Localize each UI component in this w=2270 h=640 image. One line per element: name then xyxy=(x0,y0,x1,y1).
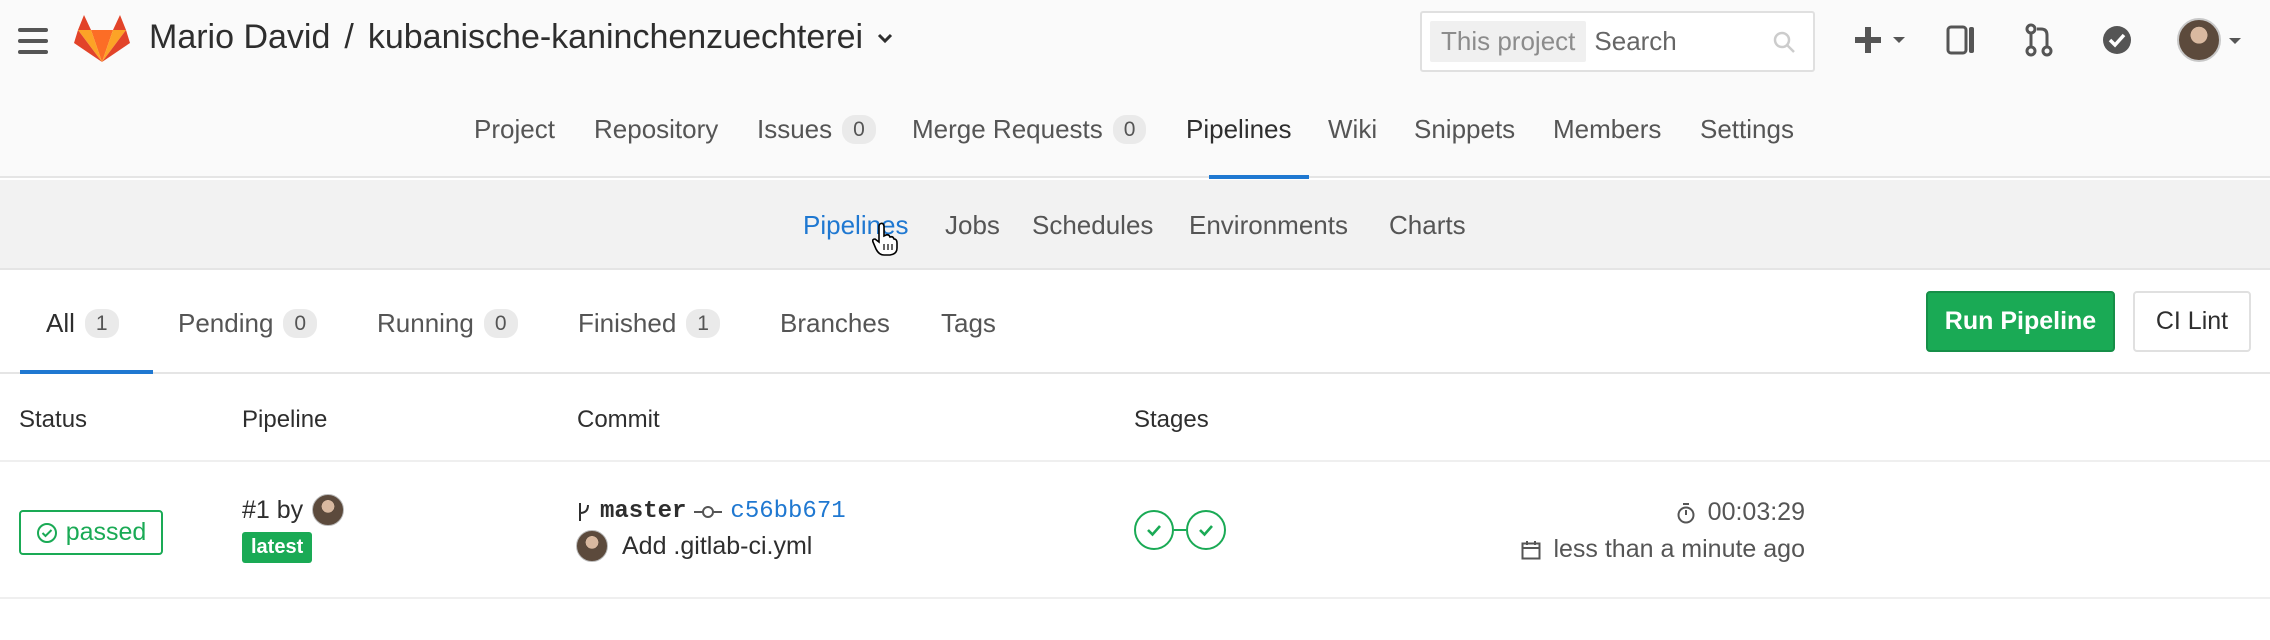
hand-cursor-icon xyxy=(872,222,898,256)
subnav-schedules[interactable]: Schedules xyxy=(1032,210,1153,241)
pipelines-table-header: Status Pipeline Commit Stages xyxy=(0,376,2270,462)
table-row: passed #1 by latest master c56bb671 Add … xyxy=(0,464,2270,599)
path-separator: / xyxy=(344,18,354,56)
count-badge: 1 xyxy=(84,309,119,338)
column-header-commit: Commit xyxy=(577,406,660,433)
nav-label: Snippets xyxy=(1414,113,1516,144)
avatar xyxy=(2177,18,2221,62)
tab-label: Finished xyxy=(578,308,677,338)
nav-label: Repository xyxy=(594,113,719,144)
tab-label: Tags xyxy=(941,308,996,338)
tab-tags[interactable]: Tags xyxy=(941,308,996,339)
stage-passed-icon[interactable] xyxy=(1186,510,1226,550)
tab-label: Running xyxy=(377,308,474,338)
nav-label: Merge Requests xyxy=(912,113,1103,144)
merge-request-icon[interactable] xyxy=(2023,18,2055,62)
commit-message: Add .gitlab-ci.yml xyxy=(576,530,812,562)
avatar[interactable] xyxy=(576,530,608,562)
stage-passed-icon[interactable] xyxy=(1134,510,1174,550)
search-scope[interactable]: This project xyxy=(1430,21,1587,62)
count-badge: 1 xyxy=(686,309,720,338)
tab-branches[interactable]: Branches xyxy=(780,308,890,339)
tab-finished[interactable]: Finished 1 xyxy=(578,308,720,339)
status-badge[interactable]: passed xyxy=(19,510,163,555)
commit-icon xyxy=(694,505,723,518)
latest-badge: latest xyxy=(242,532,313,563)
tab-label: Branches xyxy=(780,308,890,338)
chevron-down-icon xyxy=(2229,38,2241,44)
subnav-jobs[interactable]: Jobs xyxy=(945,210,1000,241)
pipeline-link[interactable]: #1 by xyxy=(242,496,303,525)
pipeline-timing: 00:03:29 less than a minute ago xyxy=(1521,498,1805,564)
menu-icon[interactable] xyxy=(18,28,48,54)
count-badge: 0 xyxy=(1112,114,1147,144)
chevron-down-icon[interactable] xyxy=(875,28,895,48)
nav-pipelines[interactable]: Pipelines xyxy=(1186,112,1292,146)
nav-label: Project xyxy=(474,113,555,144)
nav-snippets[interactable]: Snippets xyxy=(1414,112,1515,146)
commit-ref: master c56bb671 xyxy=(576,498,846,525)
nav-label: Members xyxy=(1553,113,1662,144)
column-header-status: Status xyxy=(19,406,88,433)
status-label: passed xyxy=(65,518,147,546)
branch-icon xyxy=(579,502,589,521)
pipeline-id: #1 by xyxy=(242,494,345,526)
count-badge: 0 xyxy=(283,309,318,338)
new-item-dropdown[interactable] xyxy=(1853,18,1909,62)
todos-check-icon[interactable] xyxy=(2101,18,2133,62)
stages-graph xyxy=(1134,510,1226,550)
nav-members[interactable]: Members xyxy=(1553,112,1661,146)
tab-running[interactable]: Running 0 xyxy=(377,308,518,339)
commit-title-link[interactable]: Add .gitlab-ci.yml xyxy=(622,532,812,561)
subnav-charts[interactable]: Charts xyxy=(1389,210,1466,241)
user-menu[interactable] xyxy=(2177,18,2245,62)
search-icon xyxy=(1773,31,1795,53)
tab-pending[interactable]: Pending 0 xyxy=(178,308,318,339)
count-badge: 0 xyxy=(842,114,876,144)
nav-settings[interactable]: Settings xyxy=(1700,112,1794,146)
pipelines-subnav: Pipelines Jobs Schedules Environments Ch… xyxy=(0,180,2270,270)
duration: 00:03:29 xyxy=(1707,498,1805,526)
nav-merge-requests[interactable]: Merge Requests 0 xyxy=(912,112,1147,146)
status-success-icon xyxy=(36,522,57,543)
stage-connector xyxy=(1174,529,1186,531)
project-nav: Project Repository Issues 0 Merge Request… xyxy=(0,112,2270,179)
nav-label: Settings xyxy=(1700,113,1794,144)
active-tab-underline xyxy=(20,370,153,374)
finished-time: less than a minute ago xyxy=(1553,535,1805,563)
commit-sha-link[interactable]: c56bb671 xyxy=(730,498,845,525)
column-header-stages: Stages xyxy=(1134,406,1209,433)
tab-label: Pending xyxy=(178,308,274,338)
nav-label: Pipelines xyxy=(1186,113,1292,144)
plus-icon xyxy=(1855,27,1905,53)
nav-project[interactable]: Project xyxy=(474,112,555,146)
branch-link[interactable]: master xyxy=(600,498,686,525)
gitlab-logo[interactable] xyxy=(74,14,130,64)
tab-label: All xyxy=(46,308,75,338)
run-pipeline-button[interactable]: Run Pipeline xyxy=(1926,291,2115,352)
search-input[interactable] xyxy=(1594,26,1775,57)
project-breadcrumb: Mario David / kubanische-kaninchenzuecht… xyxy=(149,18,895,57)
nav-issues[interactable]: Issues 0 xyxy=(757,112,876,146)
sidebar-toggle-icon[interactable] xyxy=(1945,18,1977,62)
ci-lint-button[interactable]: CI Lint xyxy=(2133,291,2251,352)
nav-label: Issues xyxy=(757,113,833,144)
search-box: This project xyxy=(1420,11,1815,72)
stopwatch-icon xyxy=(1677,502,1695,523)
nav-label: Wiki xyxy=(1328,113,1378,144)
nav-wiki[interactable]: Wiki xyxy=(1328,112,1377,146)
nav-repository[interactable]: Repository xyxy=(594,112,718,146)
active-tab-underline xyxy=(1209,175,1309,179)
count-badge: 0 xyxy=(483,309,518,338)
tab-all[interactable]: All 1 xyxy=(46,308,119,339)
owner-link[interactable]: Mario David xyxy=(149,18,330,57)
column-header-pipeline: Pipeline xyxy=(242,406,328,433)
project-link[interactable]: kubanische-kaninchenzuechterei xyxy=(368,18,863,57)
avatar[interactable] xyxy=(312,494,345,526)
subnav-environments[interactable]: Environments xyxy=(1189,210,1348,241)
calendar-icon xyxy=(1521,540,1541,559)
top-header: Mario David / kubanische-kaninchenzuecht… xyxy=(0,0,2270,179)
